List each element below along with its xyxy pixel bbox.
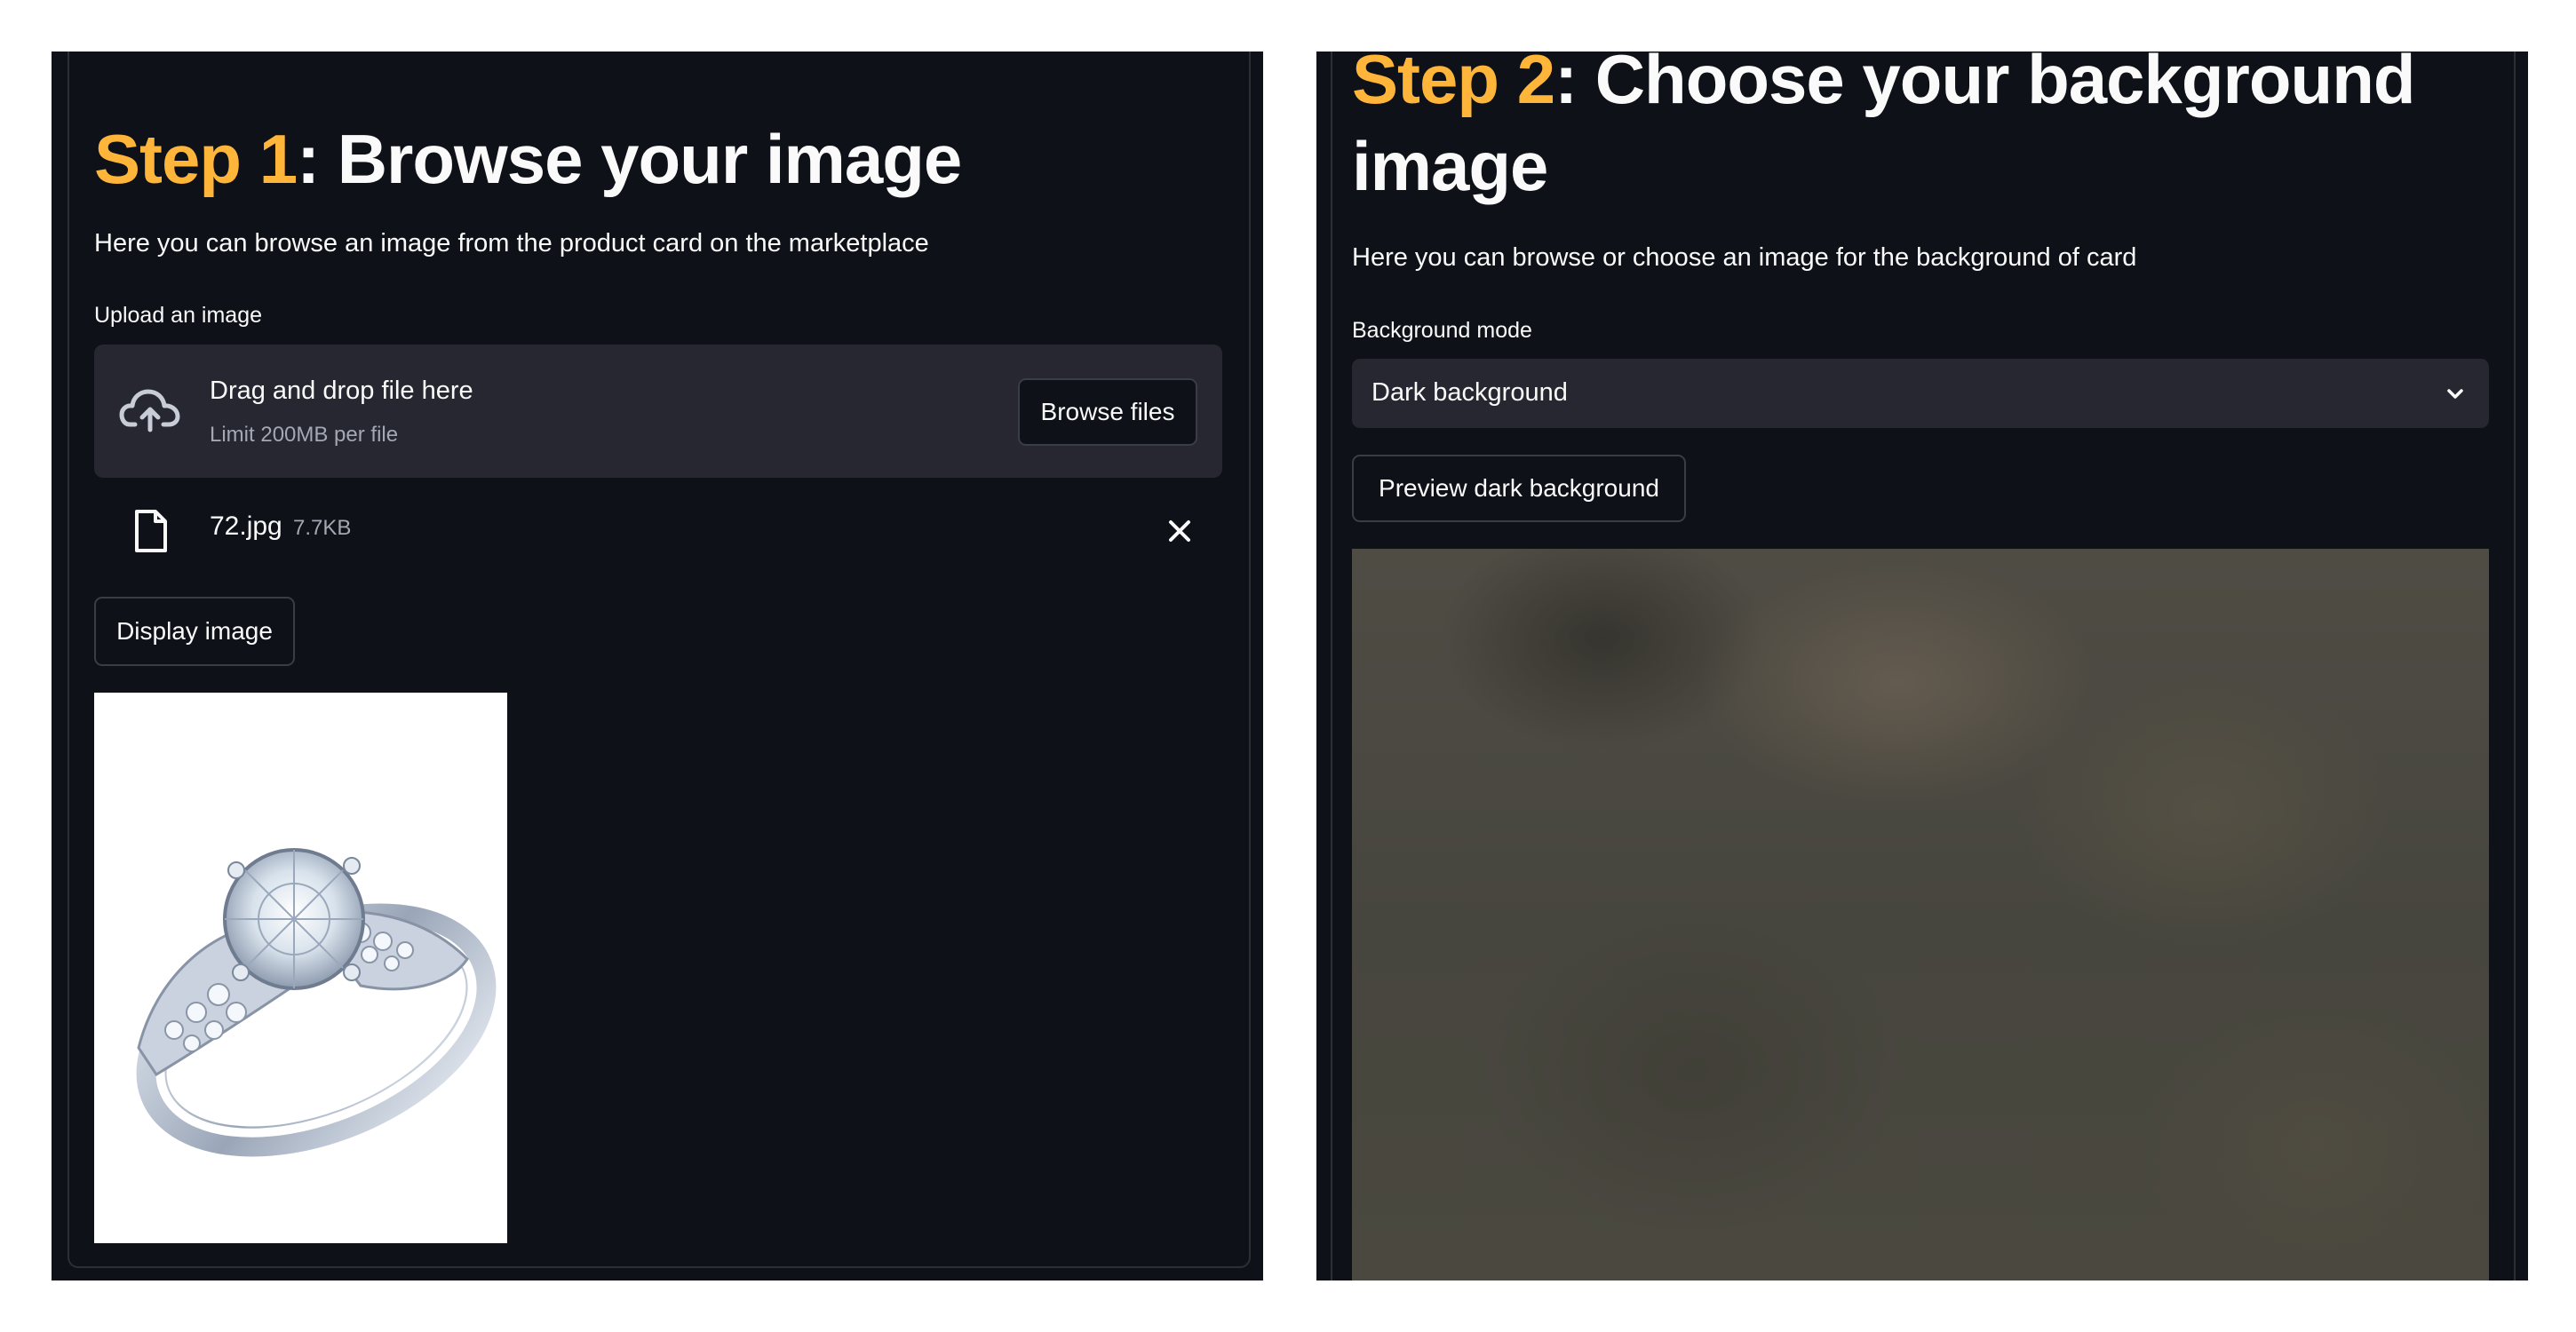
file-icon <box>135 510 167 552</box>
close-icon[interactable] <box>1164 515 1196 547</box>
step2-title-step: Step 2 <box>1352 52 1555 118</box>
chevron-down-icon <box>2447 389 2463 399</box>
cloud-upload-icon <box>119 389 180 432</box>
preview-dark-background-button[interactable]: Preview dark background <box>1352 455 1686 522</box>
background-mode-select[interactable]: Dark background <box>1352 359 2489 428</box>
step2-title-line2: image <box>1352 127 1548 205</box>
display-image-button[interactable]: Display image <box>94 597 295 666</box>
step1-title-step: Step 1 <box>94 120 298 198</box>
browse-files-button[interactable]: Browse files <box>1018 378 1197 446</box>
step2-container-border-right <box>2514 52 2516 1280</box>
upload-label: Upload an image <box>94 303 263 328</box>
uploaded-image-preview <box>94 693 507 1243</box>
step1-title-rest: : Browse your image <box>297 120 962 198</box>
step2-title-rest: : Choose your background <box>1554 52 2415 118</box>
uploaded-file-size: 7.7KB <box>293 516 352 540</box>
file-dropzone[interactable]: Drag and drop file here Limit 200MB per … <box>94 345 1222 478</box>
dropzone-limit: Limit 200MB per file <box>210 423 399 447</box>
background-mode-value: Dark background <box>1371 378 1568 407</box>
step2-panel: Step 2: Choose your background image Her… <box>1316 52 2528 1280</box>
dropzone-title: Drag and drop file here <box>210 377 473 405</box>
uploaded-file-name: 72.jpg <box>210 511 282 541</box>
step2-container-border-left <box>1331 52 1332 1280</box>
step2-description: Here you can browse or choose an image f… <box>1352 243 2137 272</box>
ring-image <box>136 848 497 1157</box>
step2-title: Step 2: Choose your background <box>1352 52 2415 123</box>
step1-panel: Step 1: Browse your image Here you can b… <box>52 52 1263 1280</box>
background-preview-image <box>1352 549 2489 1280</box>
step1-description: Here you can browse an image from the pr… <box>94 229 929 258</box>
step1-title: Step 1: Browse your image <box>94 115 962 202</box>
background-mode-label: Background mode <box>1352 318 1532 343</box>
